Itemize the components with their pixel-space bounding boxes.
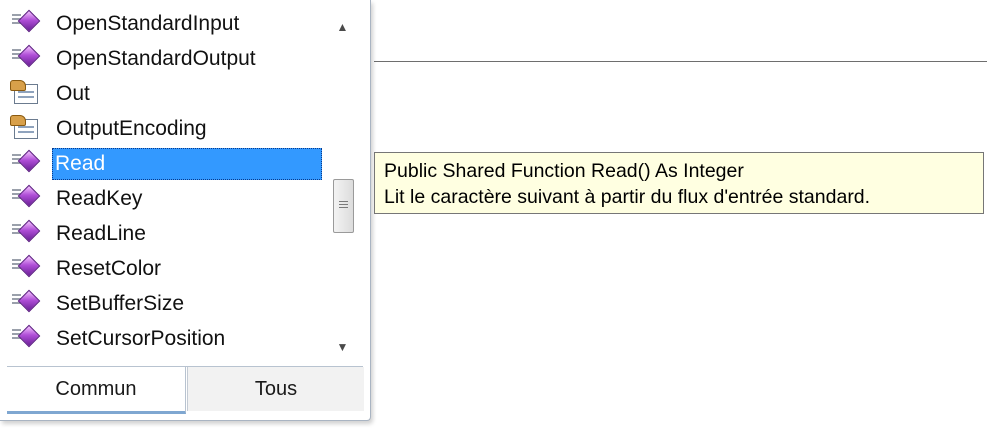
intellisense-popup: OpenStandardInput OpenStandardOutput Out… [0,0,371,421]
list-item[interactable]: ResetColor [7,253,329,285]
list-item-label: SetCursorPosition [56,327,226,350]
quick-info-tooltip: Public Shared Function Read() As Integer… [374,152,984,214]
list-item-selected[interactable]: Read [7,148,329,180]
tab-all[interactable]: Tous [187,367,364,411]
filter-tabs: Commun Tous [7,366,364,414]
method-icon [10,219,42,248]
list-item-label: OpenStandardInput [56,12,240,35]
property-icon [10,115,42,143]
list-item-label: Out [56,82,90,105]
vertical-scrollbar[interactable]: ▲ ▼ [331,8,354,358]
list-item[interactable]: SetBufferSize [7,288,329,320]
list-item[interactable]: SetCursorPosition [7,323,329,355]
list-item-label: Read [52,148,322,180]
list-item[interactable]: OpenStandardOutput [7,43,329,75]
list-item-label: ReadKey [56,187,143,210]
scrollbar-thumb[interactable] [333,179,354,233]
scroll-down-arrow-icon[interactable]: ▼ [331,336,354,358]
tooltip-signature: Public Shared Function Read() As Integer [384,160,744,182]
completion-list[interactable]: OpenStandardInput OpenStandardOutput Out… [7,8,329,358]
method-icon [10,254,42,283]
tab-common[interactable]: Commun [7,367,186,414]
list-item-label: ReadLine [56,222,146,245]
list-item[interactable]: OpenStandardInput [7,8,329,40]
list-item-label: OutputEncoding [56,117,207,140]
scroll-up-arrow-icon[interactable]: ▲ [331,16,354,38]
method-icon [10,289,42,318]
property-icon [10,80,42,108]
list-item[interactable]: ReadLine [7,218,329,250]
list-item[interactable]: ReadKey [7,183,329,215]
method-icon [10,149,42,178]
method-icon [10,184,42,213]
method-icon [10,9,42,38]
list-item-label: OpenStandardOutput [56,47,256,70]
list-item-label: SetBufferSize [56,292,185,315]
method-icon [10,324,42,353]
method-icon [10,44,42,73]
tooltip-description: Lit le caractère suivant à partir du flu… [384,186,871,208]
editor-text-line [374,61,987,62]
list-item[interactable]: OutputEncoding [7,113,329,145]
grip-icon [339,201,348,210]
list-item[interactable]: Out [7,78,329,110]
list-item-label: ResetColor [56,257,162,280]
